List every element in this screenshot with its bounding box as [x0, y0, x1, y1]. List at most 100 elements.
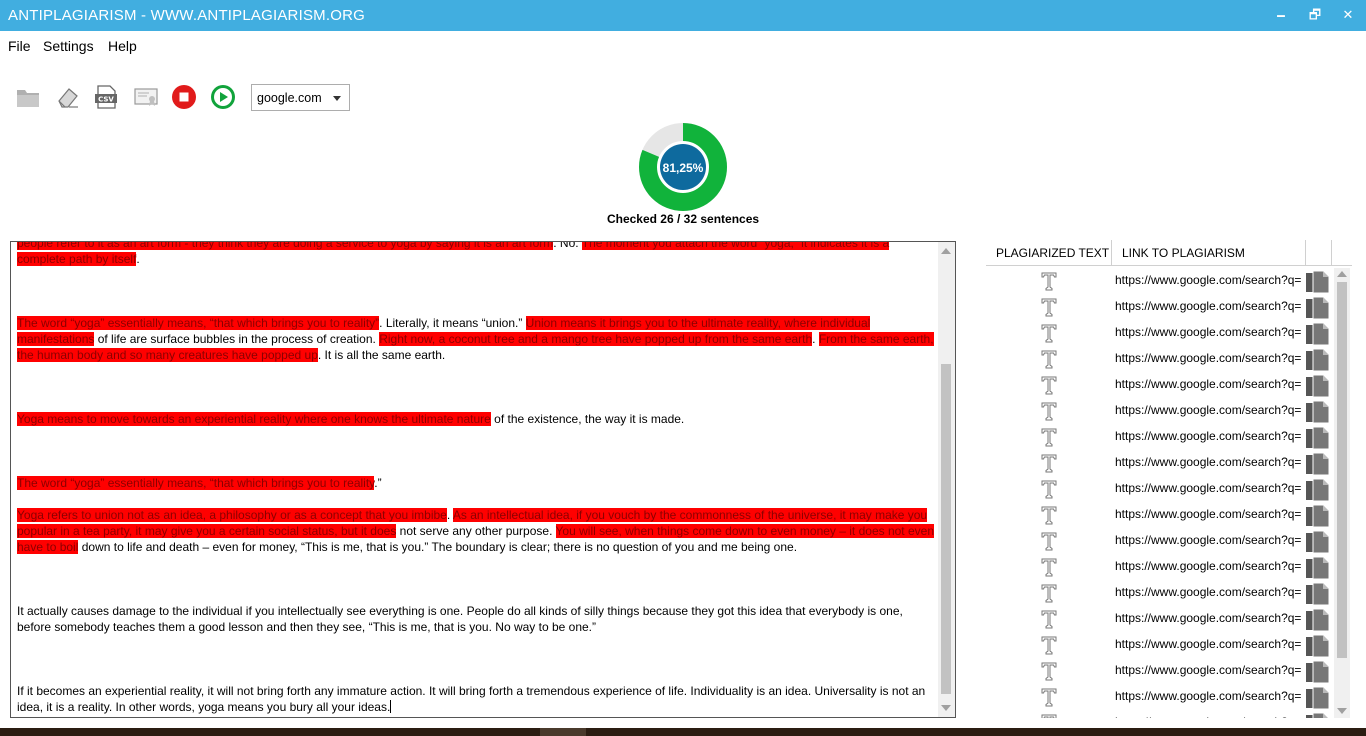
editor-scrollbar[interactable] — [938, 242, 955, 717]
eraser-icon[interactable] — [55, 84, 81, 110]
text-t-icon[interactable] — [1040, 401, 1058, 421]
table-row[interactable]: https://www.google.com/search?q= — [986, 476, 1332, 502]
table-row[interactable]: https://www.google.com/search?q= — [986, 710, 1332, 718]
table-row[interactable]: https://www.google.com/search?q= — [986, 320, 1332, 346]
text-t-icon[interactable] — [1040, 453, 1058, 473]
copy-icon[interactable] — [1304, 478, 1332, 502]
taskbar-item[interactable] — [540, 728, 586, 736]
plagiarism-link[interactable]: https://www.google.com/search?q= — [1115, 429, 1305, 443]
copy-icon[interactable] — [1304, 582, 1332, 606]
table-row[interactable]: https://www.google.com/search?q= — [986, 658, 1332, 684]
text-editor[interactable]: people refer to it as an art form - they… — [10, 241, 956, 718]
text-t-icon[interactable] — [1040, 687, 1058, 707]
scroll-down-icon[interactable] — [1337, 708, 1347, 714]
text-t-icon[interactable] — [1040, 297, 1058, 317]
plagiarism-link[interactable]: https://www.google.com/search?q= — [1115, 325, 1305, 339]
text-t-icon[interactable] — [1040, 323, 1058, 343]
table-row[interactable]: https://www.google.com/search?q= — [986, 294, 1332, 320]
close-button[interactable]: ✕ — [1336, 4, 1360, 26]
text-t-icon[interactable] — [1040, 271, 1058, 291]
copy-icon[interactable] — [1304, 296, 1332, 320]
plagiarism-link[interactable]: https://www.google.com/search?q= — [1115, 715, 1305, 718]
copy-icon[interactable] — [1304, 530, 1332, 554]
table-row[interactable]: https://www.google.com/search?q= — [986, 502, 1332, 528]
maximize-button[interactable]: 🗗 — [1303, 4, 1327, 26]
copy-icon[interactable] — [1304, 400, 1332, 424]
copy-icon[interactable] — [1304, 608, 1332, 632]
plagiarism-link[interactable]: https://www.google.com/search?q= — [1115, 481, 1305, 495]
copy-icon[interactable] — [1304, 270, 1332, 294]
plagiarism-link[interactable]: https://www.google.com/search?q= — [1115, 377, 1305, 391]
folder-icon[interactable] — [15, 84, 41, 110]
editor-content[interactable]: people refer to it as an art form - they… — [17, 242, 935, 715]
search-engine-select[interactable]: google.com — [251, 84, 350, 111]
copy-icon[interactable] — [1304, 348, 1332, 372]
text-t-icon[interactable] — [1040, 479, 1058, 499]
text-t-icon[interactable] — [1040, 609, 1058, 629]
plagiarism-link[interactable]: https://www.google.com/search?q= — [1115, 351, 1305, 365]
results-scrollbar[interactable] — [1334, 268, 1350, 718]
taskbar — [0, 728, 1366, 736]
menu-file[interactable]: File — [8, 38, 31, 54]
text-t-icon[interactable] — [1040, 583, 1058, 603]
text-t-icon[interactable] — [1040, 531, 1058, 551]
table-row[interactable]: https://www.google.com/search?q= — [986, 684, 1332, 710]
table-row[interactable]: https://www.google.com/search?q= — [986, 606, 1332, 632]
column-header-plagiarized-text[interactable]: PLAGIARIZED TEXT — [996, 246, 1109, 260]
plagiarism-link[interactable]: https://www.google.com/search?q= — [1115, 273, 1305, 287]
text-span: of the existence, the way it is made. — [490, 412, 685, 426]
copy-icon[interactable] — [1304, 452, 1332, 476]
table-row[interactable]: https://www.google.com/search?q= — [986, 398, 1332, 424]
table-row[interactable]: https://www.google.com/search?q= — [986, 346, 1332, 372]
plagiarism-link[interactable]: https://www.google.com/search?q= — [1115, 663, 1305, 677]
scroll-down-icon[interactable] — [941, 705, 951, 711]
table-row[interactable]: https://www.google.com/search?q= — [986, 424, 1332, 450]
csv-icon[interactable]: CSV — [93, 84, 119, 110]
plagiarism-link[interactable]: https://www.google.com/search?q= — [1115, 611, 1305, 625]
stop-icon[interactable] — [171, 84, 197, 110]
text-t-icon[interactable] — [1040, 375, 1058, 395]
scroll-thumb[interactable] — [941, 364, 951, 694]
text-t-icon[interactable] — [1040, 427, 1058, 447]
text-t-icon[interactable] — [1040, 661, 1058, 681]
plagiarism-link[interactable]: https://www.google.com/search?q= — [1115, 585, 1305, 599]
plagiarism-link[interactable]: https://www.google.com/search?q= — [1115, 455, 1305, 469]
copy-icon[interactable] — [1304, 634, 1332, 658]
table-row[interactable]: https://www.google.com/search?q= — [986, 580, 1332, 606]
scroll-up-icon[interactable] — [941, 248, 951, 254]
table-row[interactable]: https://www.google.com/search?q= — [986, 268, 1332, 294]
column-header-link[interactable]: LINK TO PLAGIARISM — [1122, 246, 1245, 260]
scroll-up-icon[interactable] — [1337, 271, 1347, 277]
table-row[interactable]: https://www.google.com/search?q= — [986, 450, 1332, 476]
table-row[interactable]: https://www.google.com/search?q= — [986, 528, 1332, 554]
plagiarism-link[interactable]: https://www.google.com/search?q= — [1115, 559, 1305, 573]
copy-icon[interactable] — [1304, 660, 1332, 684]
text-t-icon[interactable] — [1040, 349, 1058, 369]
plagiarism-link[interactable]: https://www.google.com/search?q= — [1115, 403, 1305, 417]
copy-icon[interactable] — [1304, 426, 1332, 450]
copy-icon[interactable] — [1304, 374, 1332, 398]
plagiarism-link[interactable]: https://www.google.com/search?q= — [1115, 507, 1305, 521]
plagiarism-link[interactable]: https://www.google.com/search?q= — [1115, 299, 1305, 313]
copy-icon[interactable] — [1304, 556, 1332, 580]
plagiarism-link[interactable]: https://www.google.com/search?q= — [1115, 533, 1305, 547]
play-icon[interactable] — [210, 84, 236, 110]
plagiarism-link[interactable]: https://www.google.com/search?q= — [1115, 689, 1305, 703]
text-t-icon[interactable] — [1040, 557, 1058, 577]
table-row[interactable]: https://www.google.com/search?q= — [986, 632, 1332, 658]
text-t-icon[interactable] — [1040, 713, 1058, 718]
minimize-button[interactable]: 🗕 — [1269, 4, 1293, 26]
copy-icon[interactable] — [1304, 712, 1332, 718]
certificate-icon[interactable] — [133, 84, 159, 110]
plagiarism-link[interactable]: https://www.google.com/search?q= — [1115, 637, 1305, 651]
table-row[interactable]: https://www.google.com/search?q= — [986, 372, 1332, 398]
text-t-icon[interactable] — [1040, 635, 1058, 655]
copy-icon[interactable] — [1304, 504, 1332, 528]
scroll-thumb[interactable] — [1337, 282, 1347, 658]
table-row[interactable]: https://www.google.com/search?q= — [986, 554, 1332, 580]
copy-icon[interactable] — [1304, 322, 1332, 346]
menu-help[interactable]: Help — [108, 38, 137, 54]
copy-icon[interactable] — [1304, 686, 1332, 710]
menu-settings[interactable]: Settings — [43, 38, 94, 54]
text-t-icon[interactable] — [1040, 505, 1058, 525]
